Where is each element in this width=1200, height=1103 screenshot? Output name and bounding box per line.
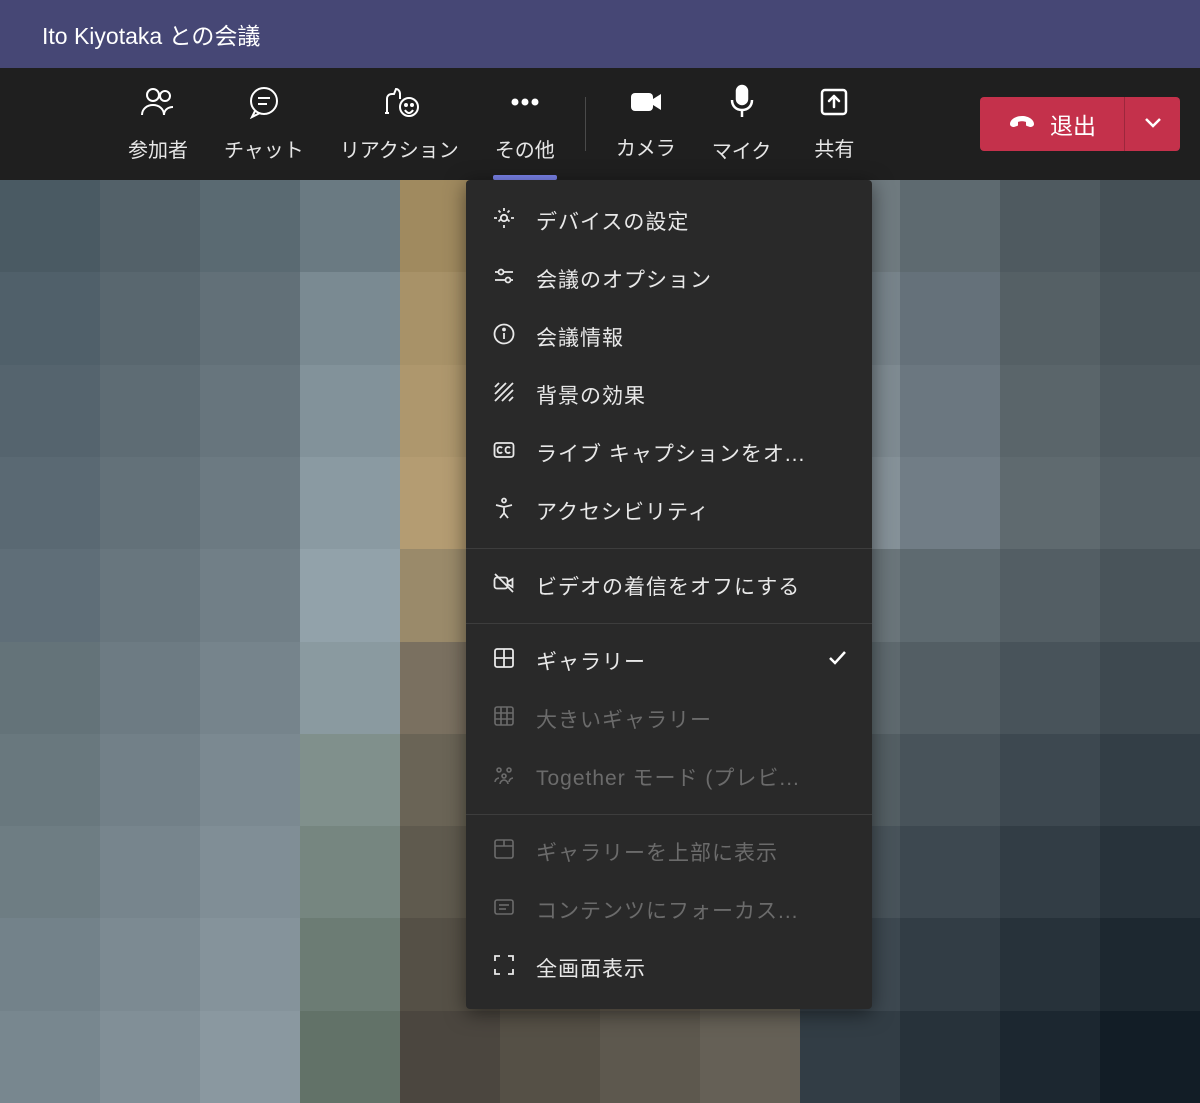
menu-large-gallery: 大きいギャラリー: [466, 690, 872, 748]
reactions-icon: [379, 85, 419, 124]
info-icon: [492, 322, 516, 352]
grid-icon: [492, 646, 516, 676]
camera-label: カメラ: [616, 132, 676, 161]
accessibility-icon: [492, 496, 516, 526]
menu-label: ライブ キャプションをオ...: [536, 438, 846, 468]
menu-label: 全画面表示: [536, 953, 846, 983]
people-icon: [140, 85, 176, 124]
share-button[interactable]: 共有: [789, 68, 879, 180]
gallery-top-icon: [492, 837, 516, 867]
together-icon: [492, 762, 516, 792]
menu-device-settings[interactable]: デバイスの設定: [466, 192, 872, 250]
more-button[interactable]: その他: [477, 68, 573, 180]
background-icon: [492, 380, 516, 410]
share-label: 共有: [814, 133, 854, 162]
menu-label: Together モード (プレビ...: [536, 762, 846, 792]
camera-icon: [628, 87, 664, 122]
menu-label: アクセシビリティ: [536, 496, 846, 526]
menu-gallery[interactable]: ギャラリー: [466, 632, 872, 690]
menu-label: ギャラリー: [536, 646, 846, 676]
menu-fullscreen[interactable]: 全画面表示: [466, 939, 872, 997]
menu-incoming-video-off[interactable]: ビデオの着信をオフにする: [466, 557, 872, 615]
leave-dropdown-button[interactable]: [1124, 97, 1180, 151]
menu-label: デバイスの設定: [536, 206, 846, 236]
chat-label: チャット: [224, 134, 304, 163]
menu-label: 会議のオプション: [536, 264, 846, 294]
menu-label: ギャラリーを上部に表示: [536, 837, 846, 867]
sliders-icon: [492, 264, 516, 294]
hangup-icon: [1008, 111, 1036, 138]
leave-label: 退出: [1050, 107, 1096, 141]
participants-button[interactable]: 参加者: [110, 68, 206, 180]
more-dropdown: デバイスの設定 会議のオプション 会議情報 背景の効果 ライブ キャプションをオ…: [466, 180, 872, 1009]
leave-button[interactable]: 退出: [980, 97, 1124, 151]
menu-separator: [466, 814, 872, 815]
toolbar: 参加者 チャット リアクション その他: [0, 68, 1200, 180]
mic-label: マイク: [712, 135, 772, 164]
reactions-button[interactable]: リアクション: [322, 68, 477, 180]
video-off-icon: [492, 571, 516, 601]
menu-label: 会議情報: [536, 322, 846, 352]
menu-together-mode: Together モード (プレビ...: [466, 748, 872, 806]
mic-button[interactable]: マイク: [694, 68, 790, 180]
large-grid-icon: [492, 704, 516, 734]
menu-label: ビデオの着信をオフにする: [536, 571, 846, 601]
menu-separator: [466, 548, 872, 549]
menu-label: コンテンツにフォーカス...: [536, 895, 846, 925]
menu-background-effects[interactable]: 背景の効果: [466, 366, 872, 424]
menu-accessibility[interactable]: アクセシビリティ: [466, 482, 872, 540]
focus-icon: [492, 895, 516, 925]
menu-meeting-info[interactable]: 会議情報: [466, 308, 872, 366]
mic-icon: [728, 84, 756, 125]
more-label: その他: [495, 134, 555, 163]
menu-label: 大きいギャラリー: [536, 704, 846, 734]
titlebar: Ito Kiyotaka との会議: [0, 0, 1200, 68]
fullscreen-icon: [492, 953, 516, 983]
menu-separator: [466, 623, 872, 624]
menu-label: 背景の効果: [536, 380, 846, 410]
chat-icon: [247, 85, 281, 124]
reactions-label: リアクション: [340, 134, 459, 163]
toolbar-separator: [585, 97, 586, 151]
gear-icon: [492, 206, 516, 236]
chat-button[interactable]: チャット: [206, 68, 322, 180]
participants-label: 参加者: [128, 134, 188, 163]
menu-meeting-options[interactable]: 会議のオプション: [466, 250, 872, 308]
camera-button[interactable]: カメラ: [598, 68, 694, 180]
cc-icon: [492, 438, 516, 468]
menu-focus-content: コンテンツにフォーカス...: [466, 881, 872, 939]
chevron-down-icon: [1144, 115, 1162, 133]
check-icon: [826, 647, 848, 675]
meeting-title: Ito Kiyotaka との会議: [42, 17, 260, 51]
share-icon: [818, 86, 850, 123]
menu-gallery-top: ギャラリーを上部に表示: [466, 823, 872, 881]
more-icon: [507, 85, 543, 124]
menu-live-captions[interactable]: ライブ キャプションをオ...: [466, 424, 872, 482]
leave-group: 退出: [980, 97, 1180, 151]
